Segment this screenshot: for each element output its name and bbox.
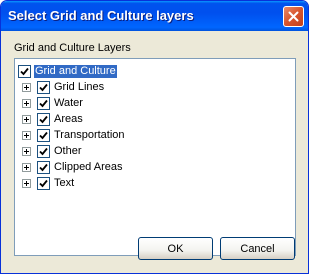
expand-icon[interactable] [22, 114, 31, 124]
tree-item-label[interactable]: Clipped Areas [53, 161, 124, 174]
tree-root-label[interactable]: Grid and Culture [34, 64, 117, 78]
tree-root-item[interactable]: Grid and Culture [18, 63, 117, 79]
tree-item[interactable]: Other [22, 143, 83, 159]
layer-checkbox[interactable] [37, 176, 50, 190]
checkmark-icon [20, 67, 29, 75]
tree-item-label[interactable]: Grid Lines [53, 81, 105, 94]
tree-item[interactable]: Clipped Areas [22, 159, 124, 175]
close-button[interactable] [283, 6, 304, 27]
checkmark-icon [39, 131, 48, 139]
checkmark-icon [39, 99, 48, 107]
layers-tree[interactable]: Grid and Culture Grid Lines Water Areas Tra… [14, 58, 296, 256]
checkmark-icon [39, 115, 48, 123]
close-icon [288, 11, 299, 22]
layer-checkbox[interactable] [37, 96, 50, 110]
checkmark-icon [39, 83, 48, 91]
ok-button[interactable]: OK [138, 237, 213, 260]
tree-item-label[interactable]: Transportation [53, 129, 126, 142]
tree-item[interactable]: Transportation [22, 127, 126, 143]
expand-icon[interactable] [22, 146, 31, 156]
tree-item[interactable]: Areas [22, 111, 84, 127]
expand-icon[interactable] [22, 178, 31, 188]
tree-item-label[interactable]: Other [53, 145, 83, 158]
expand-icon[interactable] [22, 98, 31, 108]
root-checkbox[interactable] [18, 64, 31, 78]
dialog-window: Select Grid and Culture layers Grid and … [0, 0, 309, 274]
checkmark-icon [39, 163, 48, 171]
tree-item-label[interactable]: Text [53, 177, 75, 190]
layer-checkbox[interactable] [37, 128, 50, 142]
layer-checkbox[interactable] [37, 160, 50, 174]
cancel-button[interactable]: Cancel [220, 237, 295, 260]
expand-icon[interactable] [22, 162, 31, 172]
expand-icon[interactable] [22, 130, 31, 140]
layers-group-label: Grid and Culture Layers [14, 42, 131, 54]
dialog-body: Grid and Culture Layers Grid and Culture… [4, 31, 305, 271]
tree-item-label[interactable]: Areas [53, 113, 84, 126]
title-bar[interactable]: Select Grid and Culture layers [1, 1, 308, 31]
layer-checkbox[interactable] [37, 80, 50, 94]
checkmark-icon [39, 147, 48, 155]
layer-checkbox[interactable] [37, 112, 50, 126]
tree-item[interactable]: Grid Lines [22, 79, 105, 95]
expand-icon[interactable] [22, 82, 31, 92]
window-title: Select Grid and Culture layers [8, 8, 194, 23]
layer-checkbox[interactable] [37, 144, 50, 158]
tree-item[interactable]: Text [22, 175, 75, 191]
tree-item-label[interactable]: Water [53, 97, 84, 110]
tree-item[interactable]: Water [22, 95, 84, 111]
checkmark-icon [39, 179, 48, 187]
